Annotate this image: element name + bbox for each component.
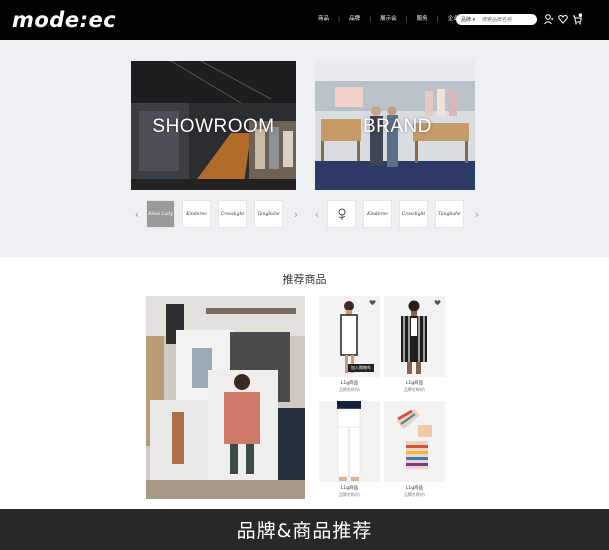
search-scope-select[interactable]: 品牌 ▾ [461, 16, 482, 23]
heart-icon[interactable] [434, 299, 441, 306]
brand-thumb[interactable] [327, 200, 356, 228]
main-nav: 商品 | 品牌 | 展示会 | 服务 | 企业风采 [318, 14, 470, 24]
sandals-photo [384, 401, 445, 482]
product-name[interactable]: L1g商品 [384, 485, 445, 491]
brand-thumb[interactable]: Tangbuhe [435, 200, 464, 228]
showroom-brand-carousel: ‹ Bless Lady Kinderoo Crosslight Tangbuh… [131, 200, 302, 228]
brand-thumb[interactable]: Crosslight [399, 200, 428, 228]
nav-divider: | [369, 15, 372, 23]
nav-item-service[interactable]: 服务 [417, 14, 428, 24]
top-navigation-bar: mode:ec 商品 | 品牌 | 展示会 | 服务 | 企业风采 品牌 ▾ [0, 0, 609, 40]
heart-icon[interactable] [558, 13, 568, 25]
brand-thumb[interactable]: Kinderoo [363, 200, 392, 228]
nav-divider: | [338, 15, 341, 23]
add-to-cart-tag[interactable]: 加入购物车 [348, 364, 374, 372]
site-logo[interactable]: mode:ec [12, 8, 116, 32]
cart-icon[interactable] [572, 13, 582, 25]
chevron-right-icon[interactable]: › [290, 208, 302, 221]
search-input[interactable] [482, 16, 532, 23]
product-name[interactable]: L1g商品 [319, 485, 380, 491]
product-name[interactable]: L1g商品 [384, 380, 445, 386]
product-card[interactable]: L1g商品 品牌名称/价 [384, 296, 445, 393]
product-card[interactable]: 加入购物车 L1g商品 品牌名称/价 [319, 296, 380, 393]
user-icon[interactable] [544, 13, 554, 25]
showroom-section [0, 40, 609, 257]
product-image[interactable] [384, 296, 445, 377]
brand-thumb[interactable]: Kinderoo [182, 200, 211, 228]
nav-item-exhibition[interactable]: 展示会 [380, 14, 397, 24]
showroom-label: SHOWROOM [152, 116, 275, 137]
product-description: 品牌名称/价 [403, 492, 426, 497]
product-card[interactable]: L1g商品 品牌名称/价 [384, 401, 445, 498]
video-subtitle-bar: 品牌&商品推荐 [0, 509, 609, 550]
product-name[interactable]: L1g商品 [319, 380, 380, 386]
nav-item-products[interactable]: 商品 [318, 14, 329, 24]
chevron-left-icon[interactable]: ‹ [311, 208, 323, 221]
product-image[interactable]: 加入购物车 [319, 296, 380, 377]
brand-card[interactable]: BRAND [315, 61, 480, 190]
striped-blazer-photo [384, 296, 445, 377]
nav-divider: | [436, 15, 439, 23]
product-image[interactable] [384, 401, 445, 482]
product-description: 品牌名称/价 [403, 387, 426, 392]
brand-thumb[interactable]: Tangbuhe [254, 200, 283, 228]
product-image[interactable] [319, 401, 380, 482]
product-description: 品牌名称/价 [338, 492, 361, 497]
product-card[interactable]: L1g商品 品牌名称/价 [319, 401, 380, 498]
floral-logo-icon [338, 208, 345, 220]
showroom-card[interactable]: SHOWROOM [131, 61, 296, 190]
brand-carousel: ‹ Kinderoo Crosslight Tangbuhe › [311, 200, 483, 228]
brand-thumb[interactable]: Crosslight [218, 200, 247, 228]
featured-collage[interactable] [146, 296, 305, 499]
search-box: 品牌 ▾ [456, 14, 537, 25]
video-subtitle: 品牌&商品推荐 [236, 520, 373, 542]
product-description: 品牌名称/价 [338, 387, 361, 392]
nav-divider: | [405, 15, 408, 23]
chevron-left-icon[interactable]: ‹ [131, 208, 143, 221]
brand-label: BRAND [362, 116, 432, 137]
fashion-collage-photo [146, 296, 305, 499]
section-title: 推荐商品 [282, 273, 327, 286]
nav-item-brands[interactable]: 品牌 [349, 14, 360, 24]
white-pants-photo [319, 401, 380, 482]
heart-icon[interactable] [369, 299, 376, 306]
brand-thumb[interactable]: Bless Lady [146, 200, 175, 228]
chevron-right-icon[interactable]: › [471, 208, 483, 221]
